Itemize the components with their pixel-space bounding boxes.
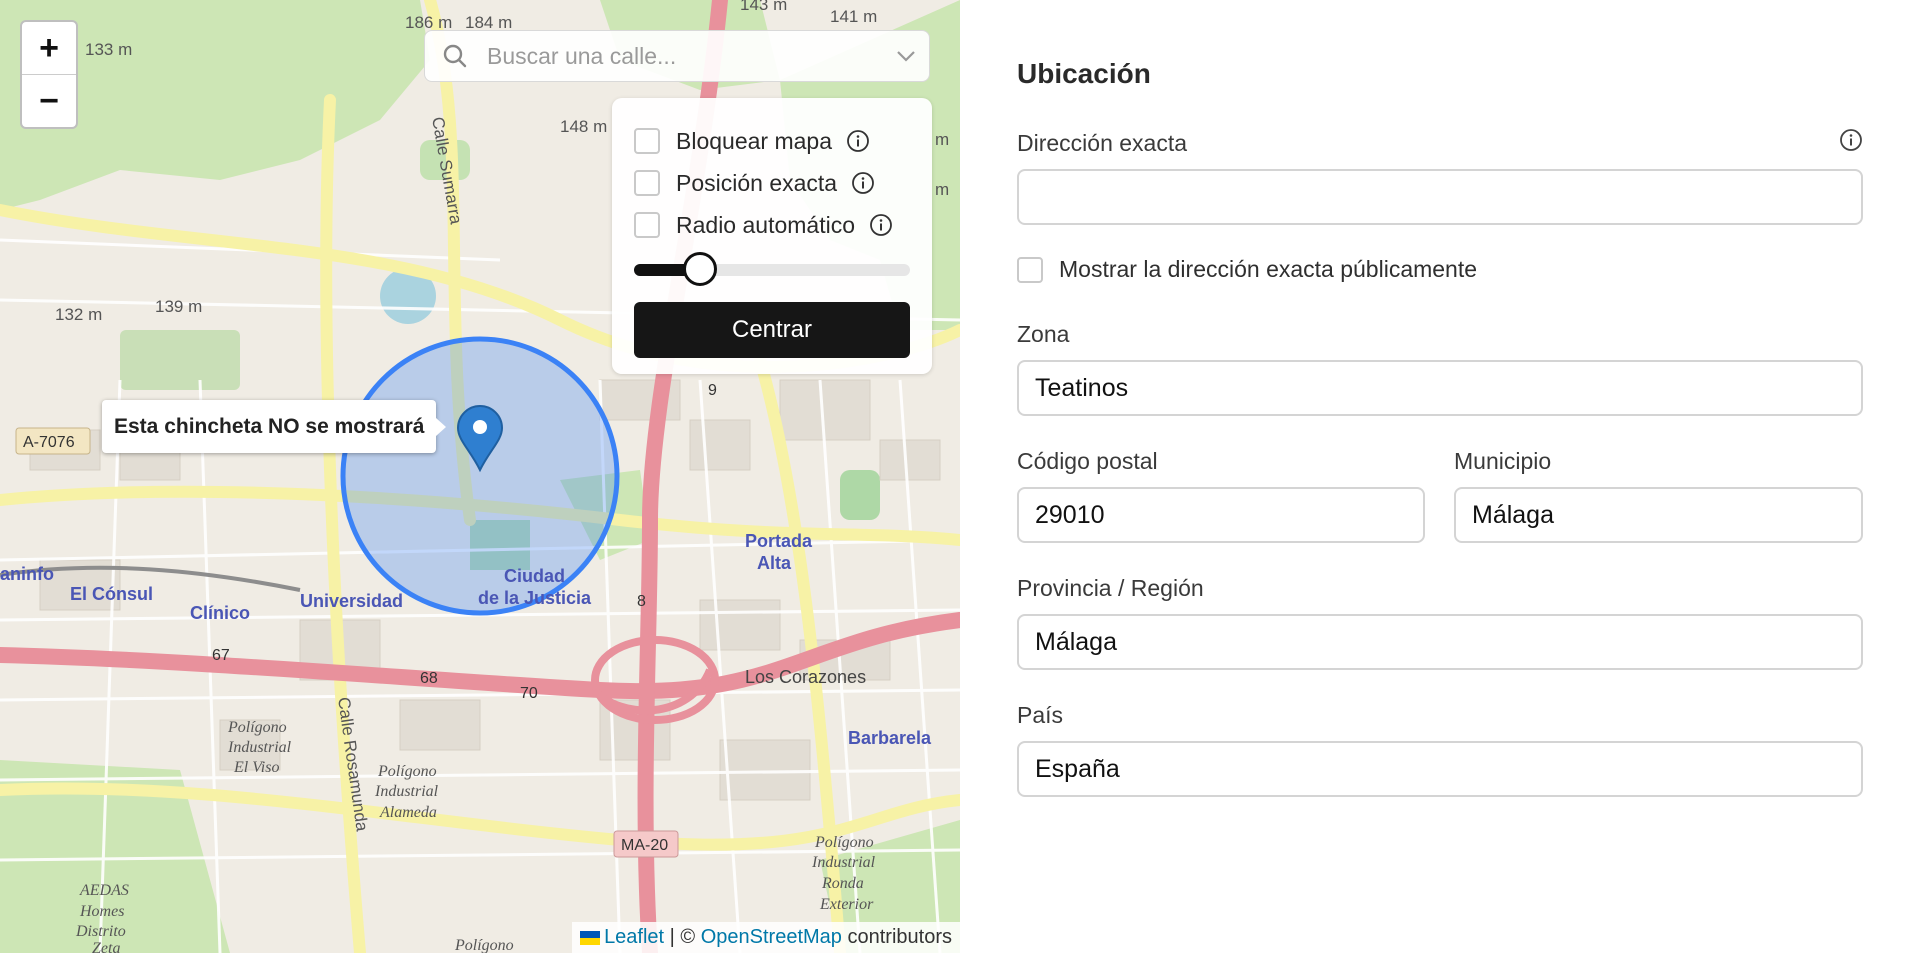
province-field[interactable]: Málaga — [1017, 614, 1863, 670]
map-label: Exterior — [819, 896, 874, 913]
municipality-field[interactable]: Málaga — [1454, 487, 1863, 543]
radius-slider[interactable] — [634, 252, 910, 286]
road-number: 67 — [212, 647, 230, 664]
road-shield: MA-20 — [621, 837, 668, 854]
chevron-down-icon[interactable] — [883, 50, 929, 62]
map-view[interactable]: 186 m 184 m 143 m 141 m 133 m 148 m 139 … — [0, 0, 960, 953]
map-label: Industrial — [374, 783, 439, 800]
map-label: Alta — [757, 553, 792, 573]
map-label: Polígono — [454, 937, 514, 953]
map-options-panel: Bloquear mapa Posición exacta Radio auto… — [612, 98, 932, 374]
map-label: Industrial — [811, 854, 876, 871]
province-label: Provincia / Región — [1017, 575, 1204, 601]
zone-field[interactable]: Teatinos — [1017, 360, 1863, 416]
option-lock-map[interactable]: Bloquear mapa — [634, 120, 910, 162]
option-label: Bloquear mapa — [676, 127, 832, 154]
ukraine-flag-icon — [580, 930, 601, 945]
map-label: Homes — [79, 903, 124, 920]
lock-map-checkbox[interactable] — [634, 128, 660, 154]
map-label: 133 m — [85, 40, 132, 59]
map-label: aninfo — [0, 564, 54, 584]
map-label: Ciudad — [504, 566, 565, 586]
center-button[interactable]: Centrar — [634, 302, 910, 358]
road-shield: A-7076 — [23, 434, 75, 451]
map-label: Barbarela — [848, 728, 932, 748]
leaflet-link[interactable]: Leaflet — [604, 926, 664, 948]
map-label: m — [935, 180, 949, 199]
map-label: Alameda — [379, 804, 437, 821]
map-label: Distrito — [75, 923, 126, 940]
map-label: Zeta — [92, 940, 120, 953]
slider-handle[interactable] — [683, 252, 718, 286]
postal-code-field[interactable]: 29010 — [1017, 487, 1425, 543]
option-exact-position[interactable]: Posición exacta — [634, 162, 910, 204]
show-address-public-checkbox[interactable] — [1017, 256, 1043, 283]
map-label: 139 m — [155, 297, 202, 316]
map-label: de la Justicia — [478, 588, 592, 608]
zoom-control: + − — [20, 20, 78, 129]
map-label: Ronda — [821, 875, 864, 892]
map-label: Polígono — [377, 763, 437, 780]
search-icon — [425, 43, 485, 69]
street-search[interactable] — [424, 30, 930, 82]
attribution-separator: | © — [664, 926, 701, 948]
map-label: El Cónsul — [70, 584, 153, 604]
map-label: AEDAS — [79, 882, 129, 899]
map-label: 141 m — [830, 7, 877, 26]
section-title: Ubicación — [1017, 58, 1151, 89]
postal-code-label: Código postal — [1017, 448, 1158, 474]
show-address-public-label: Mostrar la dirección exacta públicamente — [1059, 256, 1478, 282]
country-field[interactable]: España — [1017, 741, 1863, 797]
zoom-in-button[interactable]: + — [22, 22, 76, 74]
street-search-input[interactable] — [485, 41, 883, 71]
address-field[interactable] — [1017, 169, 1863, 225]
map-label: El Viso — [233, 759, 279, 776]
road-number: 68 — [420, 670, 438, 687]
road-number: 9 — [708, 382, 717, 399]
info-icon[interactable] — [869, 213, 893, 237]
road-number: 8 — [637, 593, 646, 610]
map-label: Los Corazones — [745, 667, 866, 687]
map-label: Polígono — [814, 834, 874, 851]
info-icon[interactable] — [851, 171, 875, 195]
map-label: Industrial — [227, 739, 292, 756]
info-icon[interactable] — [846, 129, 870, 153]
openstreetmap-link[interactable]: OpenStreetMap — [701, 926, 842, 948]
option-label: Radio automático — [676, 211, 855, 238]
show-address-public-option[interactable]: Mostrar la dirección exacta públicamente — [1017, 256, 1477, 283]
road-number: 70 — [520, 685, 538, 702]
info-icon[interactable] — [1839, 128, 1863, 157]
auto-radius-checkbox[interactable] — [634, 212, 660, 238]
map-label: 132 m — [55, 305, 102, 324]
address-label: Dirección exacta — [1017, 130, 1188, 156]
map-label: Portada — [745, 531, 813, 551]
radius-circle — [340, 336, 620, 616]
map-label: 148 m — [560, 117, 607, 136]
option-label: Posición exacta — [676, 169, 838, 196]
map-attribution: Leaflet | © OpenStreetMap contributors — [572, 922, 960, 953]
zone-label: Zona — [1017, 321, 1070, 347]
exact-position-checkbox[interactable] — [634, 170, 660, 196]
municipality-label: Municipio — [1454, 448, 1552, 474]
map-label: Universidad — [300, 591, 403, 611]
zoom-out-button[interactable]: − — [22, 74, 76, 127]
country-label: País — [1017, 702, 1064, 728]
map-label: Polígono — [227, 719, 287, 736]
map-label: m — [935, 130, 949, 149]
map-label: Clínico — [190, 603, 250, 623]
attribution-suffix: contributors — [841, 926, 952, 948]
pin-tooltip: Esta chincheta NO se mostrará — [102, 400, 447, 453]
map-label: 143 m — [740, 0, 787, 14]
option-auto-radius[interactable]: Radio automático — [634, 204, 910, 246]
